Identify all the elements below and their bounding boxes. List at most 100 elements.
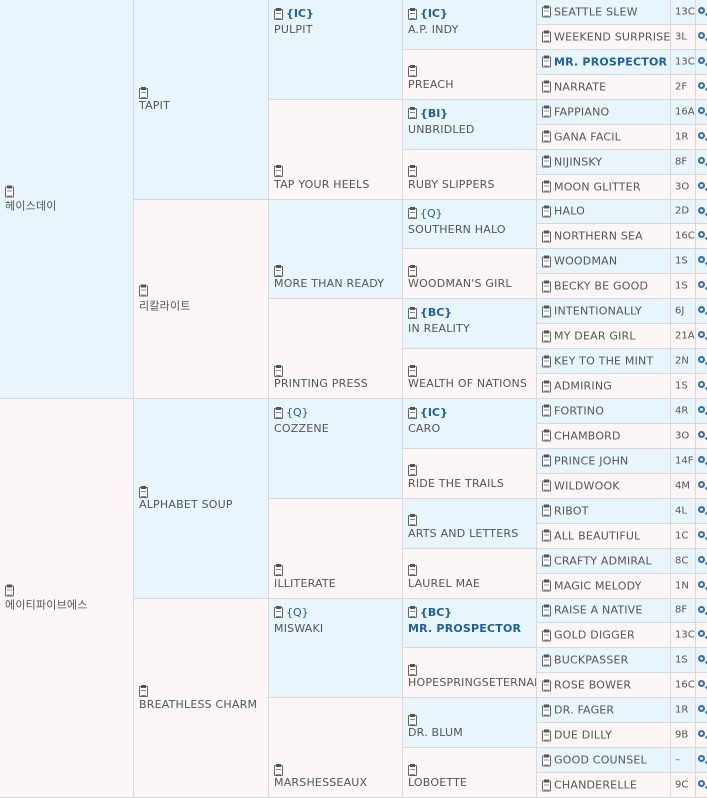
horse-name[interactable]: PULPIT [274,23,314,36]
search-icon[interactable] [698,455,705,463]
search-icon-cell[interactable] [696,224,707,250]
horse-name[interactable]: RUBY SLIPPERS [408,178,495,191]
search-icon-cell[interactable] [696,698,707,724]
horse-cell-gen5[interactable]: KEY TO THE MINT [537,349,671,375]
search-icon-cell[interactable] [696,723,707,749]
horse-cell-gen5[interactable]: MY DEAR GIRL [537,324,671,350]
horse-name[interactable]: BREATHLESS CHARM [139,698,257,711]
search-icon-cell[interactable] [696,324,707,350]
pedigree-doc-icon[interactable] [542,504,551,517]
horse-cell-gen5[interactable]: GANA FACIL [537,124,671,150]
search-icon-cell[interactable] [696,598,707,624]
horse-cell-gen5[interactable]: GOLD DIGGER [537,623,671,649]
horse-cell-gen5[interactable]: BUCKPASSER [537,648,671,674]
horse-cell-gen5[interactable]: CHAMBORD [537,423,671,449]
horse-name[interactable]: HOPESPRINGSETERNAL [408,676,536,689]
horse-cell-gen5[interactable]: RAISE A NATIVE [537,598,671,624]
pedigree-doc-icon[interactable] [542,30,551,43]
search-icon-cell[interactable] [696,49,707,75]
horse-name[interactable]: BUCKPASSER [554,654,629,667]
pedigree-doc-icon[interactable] [542,255,551,268]
horse-name[interactable]: GOOD COUNSEL [554,754,647,767]
search-icon[interactable] [698,7,705,14]
horse-cell-gen3[interactable]: ILLITERATE [269,498,403,599]
horse-name[interactable]: A.P. INDY [408,23,459,36]
horse-cell-gen5[interactable]: NORTHERN SEA [537,224,671,250]
horse-cell-gen3[interactable]: PRINTING PRESS [269,299,403,399]
horse-cell-gen2[interactable]: TAPIT [134,0,269,200]
search-icon[interactable] [698,630,705,638]
pedigree-doc-icon[interactable] [542,529,551,542]
pedigree-doc-icon[interactable] [274,763,283,776]
pedigree-doc-icon[interactable] [542,429,551,442]
search-icon[interactable] [698,381,705,389]
search-icon[interactable] [698,755,705,763]
search-icon[interactable] [698,555,705,563]
horse-cell-gen3[interactable]: MARSHESSEAUX [269,698,403,798]
horse-cell-gen5[interactable]: HALO [537,199,671,225]
pedigree-doc-icon[interactable] [542,130,551,143]
horse-cell-gen4[interactable]: WOODMAN'S GIRL [403,249,537,300]
horse-name[interactable]: CARO [408,422,448,435]
horse-cell-gen5[interactable]: INTENTIONALLY [537,299,671,325]
pedigree-doc-icon[interactable] [542,105,551,118]
horse-name[interactable]: PRINCE JOHN [554,454,628,467]
horse-name[interactable]: DUE DILLY [554,729,612,742]
horse-name[interactable]: IN REALITY [408,322,470,335]
search-icon-cell[interactable] [696,249,707,275]
search-icon-cell[interactable] [696,374,707,399]
search-icon[interactable] [698,206,705,214]
search-icon-cell[interactable] [696,473,707,499]
pedigree-doc-icon[interactable] [542,629,551,642]
horse-cell-gen4[interactable]: LOBOETTE [403,748,537,798]
horse-cell-gen5[interactable]: PRINCE JOHN [537,448,671,474]
pedigree-doc-icon[interactable] [408,763,417,776]
search-icon[interactable] [698,655,705,663]
horse-name[interactable]: MOON GLITTER [554,180,641,193]
horse-name[interactable]: GANA FACIL [554,130,621,143]
search-icon-cell[interactable] [696,748,707,774]
horse-cell-gen5[interactable]: BECKY BE GOOD [537,274,671,300]
search-icon[interactable] [698,730,705,738]
search-icon-cell[interactable] [696,0,707,25]
search-icon[interactable] [698,605,705,613]
search-icon[interactable] [698,131,705,139]
horse-cell-gen3[interactable]: {Q} COZZENE [269,399,403,499]
search-icon[interactable] [698,356,705,364]
horse-name[interactable]: KEY TO THE MINT [554,355,653,368]
horse-cell-gen4[interactable]: {BC} MR. PROSPECTOR [403,598,537,649]
horse-name[interactable]: WEALTH OF NATIONS [408,377,527,390]
pedigree-doc-icon[interactable] [139,86,148,99]
pedigree-doc-icon[interactable] [542,355,551,368]
horse-cell-gen5[interactable]: WILDWOOK [537,473,671,499]
horse-name[interactable]: TAP YOUR HEELS [274,178,370,191]
horse-name[interactable]: MAGIC MELODY [554,579,642,592]
horse-cell-gen4[interactable]: DR. BLUM [403,698,537,749]
pedigree-doc-icon[interactable] [542,604,551,617]
search-icon-cell[interactable] [696,199,707,225]
pedigree-doc-icon[interactable] [542,654,551,667]
horse-cell-gen5[interactable]: NIJINSKY [537,149,671,175]
pedigree-doc-icon[interactable] [542,454,551,467]
horse-name[interactable]: 에이티파이브에스 [5,597,88,613]
horse-name[interactable]: MR. PROSPECTOR [554,55,667,68]
horse-cell-gen5[interactable]: NARRATE [537,74,671,100]
horse-name[interactable]: TAPIT [139,99,170,112]
horse-name[interactable]: LOBOETTE [408,776,467,789]
search-icon[interactable] [698,56,705,64]
horse-name[interactable]: RIBOT [554,504,589,517]
horse-name[interactable]: 헤이스데이 [5,198,57,214]
pedigree-doc-icon[interactable] [408,65,417,78]
horse-cell-gen5[interactable]: ALL BEAUTIFUL [537,523,671,549]
horse-name[interactable]: NARRATE [554,80,606,93]
search-icon-cell[interactable] [696,274,707,300]
pedigree-doc-icon[interactable] [408,713,417,726]
search-icon[interactable] [698,106,705,114]
horse-cell-gen4[interactable]: LAUREL MAE [403,548,537,599]
search-icon-cell[interactable] [696,24,707,50]
pedigree-doc-icon[interactable] [542,330,551,343]
search-icon-cell[interactable] [696,149,707,175]
horse-cell-gen4[interactable]: WEALTH OF NATIONS [403,349,537,399]
search-icon-cell[interactable] [696,498,707,524]
horse-cell-gen5[interactable]: ROSE BOWER [537,673,671,699]
